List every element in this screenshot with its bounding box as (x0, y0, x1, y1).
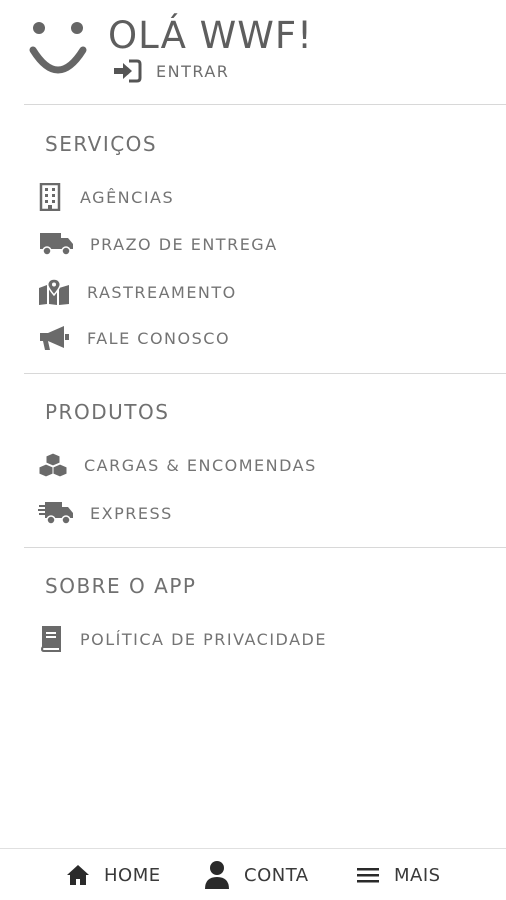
nav-home-label: HOME (104, 864, 161, 886)
cubes-icon (38, 452, 68, 478)
nav-account-label: CONTA (244, 864, 309, 886)
map-marker-icon (39, 278, 69, 305)
book-icon (40, 626, 61, 652)
login-label: ENTRAR (156, 61, 230, 81)
menu-item-express[interactable]: EXPRESS (38, 496, 478, 530)
building-icon (39, 183, 61, 211)
fast-truck-icon (38, 502, 73, 525)
menu-item-cargas-encomendas[interactable]: CARGAS & ENCOMENDAS (38, 448, 478, 482)
menu-item-label: EXPRESS (90, 503, 173, 523)
header-divider (24, 104, 506, 105)
smiley-icon (29, 22, 87, 74)
bottom-nav: HOME CONTA MAIS (0, 848, 506, 900)
section-divider (24, 373, 506, 374)
section-title-servicos: SERVIÇOS (45, 132, 158, 156)
menu-item-label: POLÍTICA DE PRIVACIDADE (80, 629, 327, 649)
section-title-produtos: PRODUTOS (45, 400, 170, 424)
nav-home[interactable]: HOME (66, 849, 161, 900)
menu-item-fale-conosco[interactable]: FALE CONOSCO (38, 321, 478, 355)
menu-item-politica-de-privacidade[interactable]: POLÍTICA DE PRIVACIDADE (38, 622, 478, 656)
nav-account[interactable]: CONTA (204, 849, 309, 900)
side-menu-screen: OLÁ WWF! ENTRAR SERVIÇOS AGÊNCIAS PRAZO … (0, 0, 506, 900)
menu-header: OLÁ WWF! ENTRAR (0, 0, 506, 104)
menu-item-prazo-de-entrega[interactable]: PRAZO DE ENTREGA (38, 227, 478, 261)
nav-more-label: MAIS (394, 864, 441, 886)
home-icon (67, 865, 89, 885)
sign-in-icon (114, 59, 142, 83)
greeting-title: OLÁ WWF! (108, 14, 313, 57)
menu-item-label: CARGAS & ENCOMENDAS (84, 455, 317, 475)
nav-more[interactable]: MAIS (356, 849, 441, 900)
menu-item-rastreamento[interactable]: RASTREAMENTO (38, 275, 478, 309)
login-button[interactable]: ENTRAR (112, 58, 229, 84)
menu-item-label: FALE CONOSCO (87, 328, 231, 348)
truck-icon (40, 233, 73, 256)
menu-item-label: AGÊNCIAS (80, 187, 175, 207)
menu-icon (357, 868, 379, 883)
menu-item-label: RASTREAMENTO (87, 282, 237, 302)
section-divider (24, 547, 506, 548)
menu-item-label: PRAZO DE ENTREGA (90, 234, 278, 254)
user-icon (205, 861, 229, 889)
megaphone-icon (40, 326, 69, 350)
section-title-sobre-o-app: SOBRE O APP (45, 574, 197, 598)
menu-item-agencias[interactable]: AGÊNCIAS (38, 180, 478, 214)
